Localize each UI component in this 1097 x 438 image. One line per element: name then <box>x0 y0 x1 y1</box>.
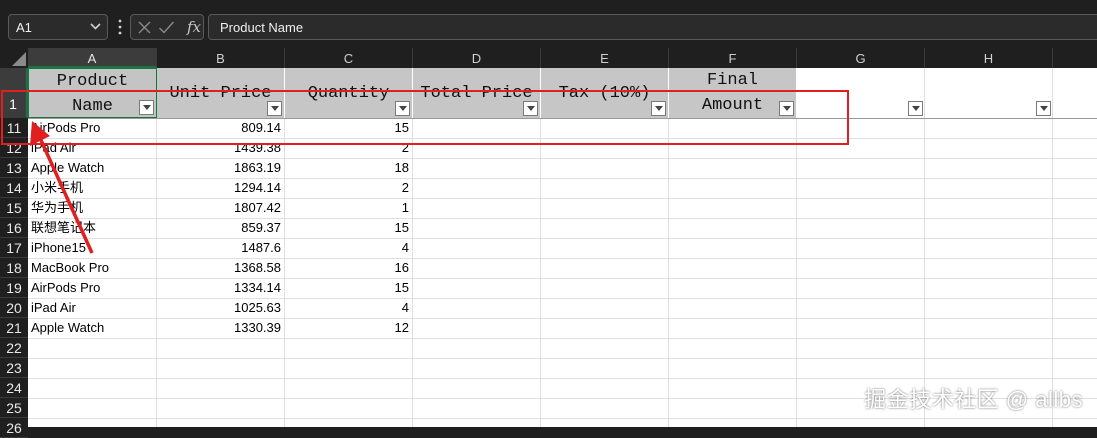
header-label: Total Price <box>420 84 533 103</box>
cell-qty[interactable]: 15 <box>284 218 412 238</box>
cell-price[interactable]: 859.37 <box>156 218 284 238</box>
cell-qty[interactable]: 1 <box>284 198 412 218</box>
cell-product[interactable]: iPad Air <box>28 298 156 318</box>
column-header-g[interactable]: G <box>797 48 925 68</box>
cell-product[interactable]: Apple Watch <box>28 158 156 178</box>
cell-product[interactable]: MacBook Pro <box>28 258 156 278</box>
row-header[interactable]: 22 <box>0 338 28 358</box>
cell-price[interactable]: 1439.38 <box>156 138 284 158</box>
column-header-d[interactable]: D <box>413 48 541 68</box>
filter-dropdown-icon[interactable] <box>267 101 282 116</box>
cell-qty[interactable]: 2 <box>284 138 412 158</box>
cell-product[interactable]: 联想笔记本 <box>28 218 156 238</box>
header-label: Quantity <box>307 84 390 103</box>
header-cell-final-amount[interactable]: Final Amount <box>669 68 797 118</box>
row-header[interactable]: 23 <box>0 358 28 378</box>
cell-price[interactable]: 1807.42 <box>156 198 284 218</box>
cell-qty[interactable]: 12 <box>284 318 412 338</box>
formula-value: Product Name <box>220 20 304 35</box>
column-header-b[interactable]: B <box>157 48 285 68</box>
cell-qty[interactable]: 15 <box>284 278 412 298</box>
cell-qty[interactable]: 16 <box>284 258 412 278</box>
cell-price[interactable]: 1487.6 <box>156 238 284 258</box>
cell-price[interactable]: 1330.39 <box>156 318 284 338</box>
cell-product[interactable]: AirPods Pro <box>28 118 156 138</box>
row-header[interactable]: 18 <box>0 258 28 278</box>
header-label: Unit Price <box>169 84 272 103</box>
cell-qty[interactable]: 4 <box>284 238 412 258</box>
cell-price[interactable]: 1025.63 <box>156 298 284 318</box>
header-cell-unit-price[interactable]: Unit Price <box>157 68 285 118</box>
header-label: Tax (10%) <box>558 84 651 103</box>
vertical-dots-icon[interactable] <box>117 17 123 37</box>
cell-qty[interactable]: 2 <box>284 178 412 198</box>
filter-dropdown-icon[interactable] <box>139 100 154 115</box>
row-header[interactable]: 17 <box>0 238 28 258</box>
header-line: Product <box>56 72 129 91</box>
row-header[interactable]: 25 <box>0 398 28 418</box>
name-box[interactable]: A1 <box>8 14 108 40</box>
column-header-e[interactable]: E <box>541 48 669 68</box>
chevron-down-icon[interactable] <box>89 19 102 33</box>
cell-price[interactable]: 1863.19 <box>156 158 284 178</box>
row-header[interactable]: 15 <box>0 198 28 218</box>
cell-grid[interactable]: Product Name Unit Price Quantity Total P… <box>28 68 1097 427</box>
row-header[interactable]: 26 <box>0 418 28 438</box>
filter-dropdown-icon[interactable] <box>651 101 666 116</box>
header-cell-tax[interactable]: Tax (10%) <box>541 68 669 118</box>
cell-price[interactable]: 1294.14 <box>156 178 284 198</box>
cell-product[interactable]: iPad Air <box>28 138 156 158</box>
column-header-a[interactable]: A <box>28 48 157 68</box>
formula-bar: A1 fx Product Name <box>0 0 1097 48</box>
header-cell-quantity[interactable]: Quantity <box>285 68 413 118</box>
row-header[interactable]: 16 <box>0 218 28 238</box>
row-header[interactable]: 13 <box>0 158 28 178</box>
cell-product[interactable]: 小米手机 <box>28 178 156 198</box>
column-header-h[interactable]: H <box>925 48 1053 68</box>
cell-qty[interactable]: 18 <box>284 158 412 178</box>
row-headers: 1 11 12 13 14 15 16 17 18 19 20 21 22 23… <box>0 68 28 438</box>
cell-product[interactable]: 华为手机 <box>28 198 156 218</box>
cell-product[interactable]: iPhone15 <box>28 238 156 258</box>
filter-dropdown-icon[interactable] <box>395 101 410 116</box>
row-header[interactable]: 21 <box>0 318 28 338</box>
cell-price[interactable]: 1368.58 <box>156 258 284 278</box>
column-header-c[interactable]: C <box>285 48 413 68</box>
cell-product[interactable]: Apple Watch <box>28 318 156 338</box>
formula-buttons: fx <box>130 14 204 40</box>
header-cell-g[interactable] <box>797 68 925 118</box>
filter-dropdown-icon[interactable] <box>523 101 538 116</box>
close-icon[interactable] <box>137 20 152 35</box>
cell-qty[interactable]: 4 <box>284 298 412 318</box>
column-headers: A B C D E F G H <box>0 48 1097 68</box>
header-cell-product-name[interactable]: Product Name <box>28 68 157 118</box>
cell-product[interactable]: AirPods Pro <box>28 278 156 298</box>
header-cell-total-price[interactable]: Total Price <box>413 68 541 118</box>
filter-dropdown-icon[interactable] <box>1036 101 1051 116</box>
header-line: Amount <box>701 96 764 115</box>
select-all-corner[interactable] <box>0 48 28 68</box>
row-header[interactable]: 20 <box>0 298 28 318</box>
name-box-value: A1 <box>16 20 32 35</box>
row-header[interactable]: 11 <box>0 118 28 138</box>
check-icon[interactable] <box>158 20 175 35</box>
header-cell-h[interactable] <box>925 68 1053 118</box>
formula-input[interactable]: Product Name <box>208 14 1097 40</box>
row-header[interactable]: 14 <box>0 178 28 198</box>
cell-price[interactable]: 1334.14 <box>156 278 284 298</box>
column-header-f[interactable]: F <box>669 48 797 68</box>
filter-dropdown-icon[interactable] <box>908 101 923 116</box>
header-line: Name <box>72 97 113 116</box>
filter-dropdown-icon[interactable] <box>779 101 794 116</box>
watermark: 掘金技术社区 @ allbs <box>864 387 1083 412</box>
header-line: Final <box>706 71 758 90</box>
row-header[interactable]: 12 <box>0 138 28 158</box>
insert-function-button[interactable]: fx <box>187 18 201 36</box>
row-header[interactable]: 24 <box>0 378 28 398</box>
row-header[interactable]: 19 <box>0 278 28 298</box>
row-header[interactable]: 1 <box>0 68 28 118</box>
cell-price[interactable]: 809.14 <box>156 118 284 138</box>
cell-qty[interactable]: 15 <box>284 118 412 138</box>
